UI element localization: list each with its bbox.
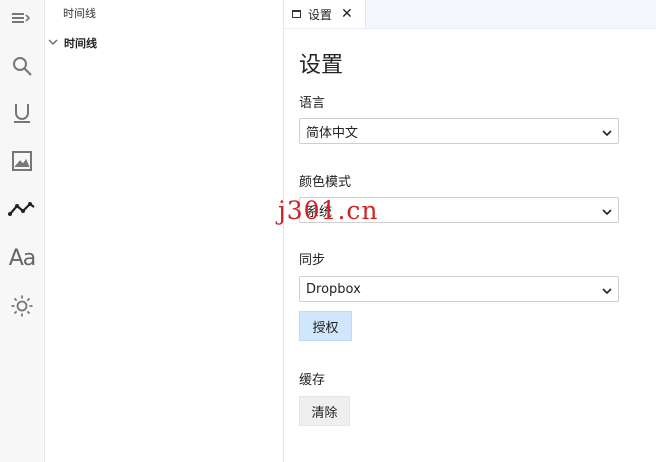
search-button[interactable] <box>4 48 40 84</box>
chevron-down-icon <box>48 38 60 49</box>
explorer-panel: 时间线 时间线 <box>45 0 284 462</box>
activity-bar: Aa <box>0 0 45 462</box>
color-mode-value: 系统 <box>306 204 333 220</box>
settings-panel: 设置 语言 简体中文 颜色模式 系统 同步 Dropbox 授权 缓存 清除 <box>284 29 656 462</box>
font-icon: Aa <box>8 245 37 271</box>
color-mode-select[interactable]: 系统 <box>299 197 619 223</box>
tab-bar: 设置 ✕ <box>284 0 656 29</box>
color-mode-label: 颜色模式 <box>299 175 352 190</box>
clear-cache-button[interactable]: 清除 <box>299 396 350 426</box>
chevron-down-icon <box>602 122 612 141</box>
app-window: Aa 时间线 时间线 设置 ✕ 设置 语言 简体中文 颜色模式 系统 同步 Dr… <box>0 0 656 462</box>
image-icon <box>11 150 33 172</box>
tab-settings[interactable]: 设置 ✕ <box>284 0 366 28</box>
language-label: 语言 <box>299 96 326 111</box>
page-title: 设置 <box>299 53 344 78</box>
image-button[interactable] <box>4 143 40 179</box>
authorize-button[interactable]: 授权 <box>299 311 352 341</box>
language-value: 简体中文 <box>306 125 359 141</box>
timeline-chart-icon <box>8 200 36 218</box>
chevron-down-icon <box>602 280 612 299</box>
outline-menu-icon <box>11 9 33 27</box>
underline-button[interactable] <box>4 95 40 131</box>
font-button[interactable]: Aa <box>4 240 40 276</box>
chevron-down-icon <box>602 201 612 220</box>
sync-select[interactable]: Dropbox <box>299 276 619 302</box>
tree-item-label: 时间线 <box>64 37 97 50</box>
tab-label: 设置 <box>308 7 333 22</box>
explorer-title: 时间线 <box>63 7 96 20</box>
search-icon <box>11 55 33 77</box>
cache-label: 缓存 <box>299 373 326 388</box>
timeline-button[interactable] <box>4 191 40 227</box>
outline-menu-button[interactable] <box>4 0 40 36</box>
sync-value: Dropbox <box>306 281 361 297</box>
window-icon <box>292 10 301 18</box>
close-icon[interactable]: ✕ <box>341 7 353 21</box>
sync-label: 同步 <box>299 253 326 268</box>
language-select[interactable]: 简体中文 <box>299 118 619 144</box>
underline-icon <box>11 101 33 125</box>
theme-button[interactable] <box>4 288 40 324</box>
theme-sun-icon <box>10 294 34 318</box>
tree-item-timeline[interactable]: 时间线 <box>45 34 283 52</box>
